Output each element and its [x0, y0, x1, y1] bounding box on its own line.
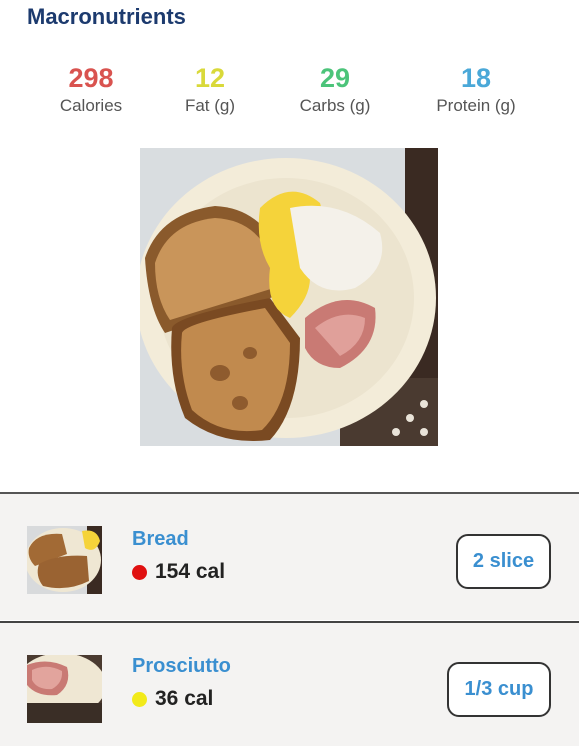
- protein-value: 18: [460, 63, 492, 93]
- calories-value: 298: [68, 63, 114, 93]
- food-item-row[interactable]: Prosciutto 36 cal 1/3 cup: [0, 623, 579, 746]
- macro-summary: 298 Calories 12 Fat (g) 29 Carbs (g) 18 …: [0, 62, 579, 122]
- macro-fat: 12 Fat (g): [150, 62, 270, 116]
- quantity-button[interactable]: 1/3 cup: [447, 662, 551, 717]
- page-title: Macronutrients: [27, 4, 186, 29]
- carbs-label: Carbs (g): [299, 96, 371, 115]
- prosciutto-thumbnail: [27, 655, 102, 723]
- macro-protein: 18 Protein (g): [416, 62, 536, 116]
- status-dot-icon: [132, 691, 147, 707]
- status-dot-icon: [132, 564, 147, 580]
- calories-text: 154 cal: [155, 560, 226, 583]
- quantity-button[interactable]: 2 slice: [456, 534, 551, 589]
- protein-label: Protein (g): [436, 96, 516, 115]
- calories-text: 36 cal: [155, 687, 214, 710]
- item-name[interactable]: Prosciutto: [132, 655, 231, 678]
- macro-calories: 298 Calories: [31, 62, 151, 116]
- fat-value: 12: [194, 63, 226, 93]
- fat-label: Fat (g): [184, 96, 236, 115]
- carbs-value: 29: [319, 63, 351, 93]
- item-name[interactable]: Bread: [132, 528, 189, 551]
- macro-carbs: 29 Carbs (g): [275, 62, 395, 116]
- calories-label: Calories: [59, 96, 123, 115]
- item-calories: 154 cal: [132, 560, 225, 584]
- meal-photo-image: [136, 148, 438, 446]
- food-item-row[interactable]: Bread 154 cal 2 slice: [0, 494, 579, 620]
- item-calories: 36 cal: [132, 687, 213, 711]
- meal-photo[interactable]: [136, 148, 438, 446]
- bread-thumbnail: [27, 526, 102, 594]
